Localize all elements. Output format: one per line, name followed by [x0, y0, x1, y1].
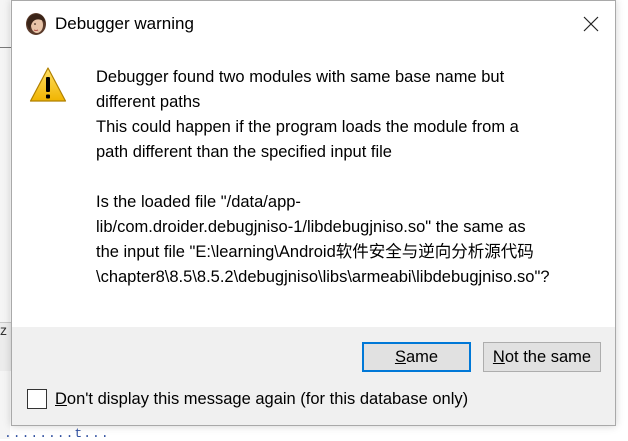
debugger-warning-dialog: Debugger warning Debugger found two modu…	[11, 0, 616, 426]
dont-display-mnemonic: D	[55, 390, 67, 408]
same-button-label: Same	[395, 348, 438, 367]
background-text: z	[0, 322, 7, 338]
dont-display-again-checkbox[interactable]	[27, 389, 47, 409]
message-line: the input file "E:\learning\Android软件安全与…	[96, 243, 534, 261]
close-icon	[583, 16, 599, 32]
not-same-label-rest: ot the same	[504, 347, 592, 366]
same-mnemonic: S	[394, 347, 406, 366]
dont-display-again-label[interactable]: Don't display this message again (for th…	[55, 389, 468, 409]
message-line	[96, 165, 608, 190]
warning-message: Debugger found two modules with same bas…	[96, 65, 608, 290]
message-line: different paths	[96, 93, 201, 111]
not-the-same-button-label: Not the same	[493, 348, 591, 367]
dont-display-label-rest: on't display this message again (for thi…	[66, 390, 469, 408]
message-line: lib/com.droider.debugjniso-1/libdebugjni…	[96, 218, 526, 236]
message-line: This could happen if the program loads t…	[96, 118, 519, 136]
message-area: Debugger found two modules with same bas…	[12, 47, 615, 327]
title-bar[interactable]: Debugger warning	[12, 1, 615, 47]
not-same-mnemonic: N	[492, 347, 505, 366]
message-line: \chapter8\8.5\8.5.2\debugjniso\libs\arme…	[96, 268, 550, 286]
not-the-same-button[interactable]: Not the same	[483, 342, 601, 372]
warning-icon	[29, 66, 67, 104]
ida-app-icon	[23, 12, 49, 38]
message-line: Is the loaded file "/data/app-	[96, 193, 301, 211]
same-button[interactable]: Same	[362, 342, 471, 372]
background-window	[0, 0, 10, 439]
message-line: Debugger found two modules with same bas…	[96, 68, 505, 86]
same-label-rest: ame	[405, 347, 439, 366]
message-line: path different than the specified input …	[96, 143, 392, 161]
close-button[interactable]	[573, 7, 609, 41]
dialog-title: Debugger warning	[55, 14, 194, 33]
